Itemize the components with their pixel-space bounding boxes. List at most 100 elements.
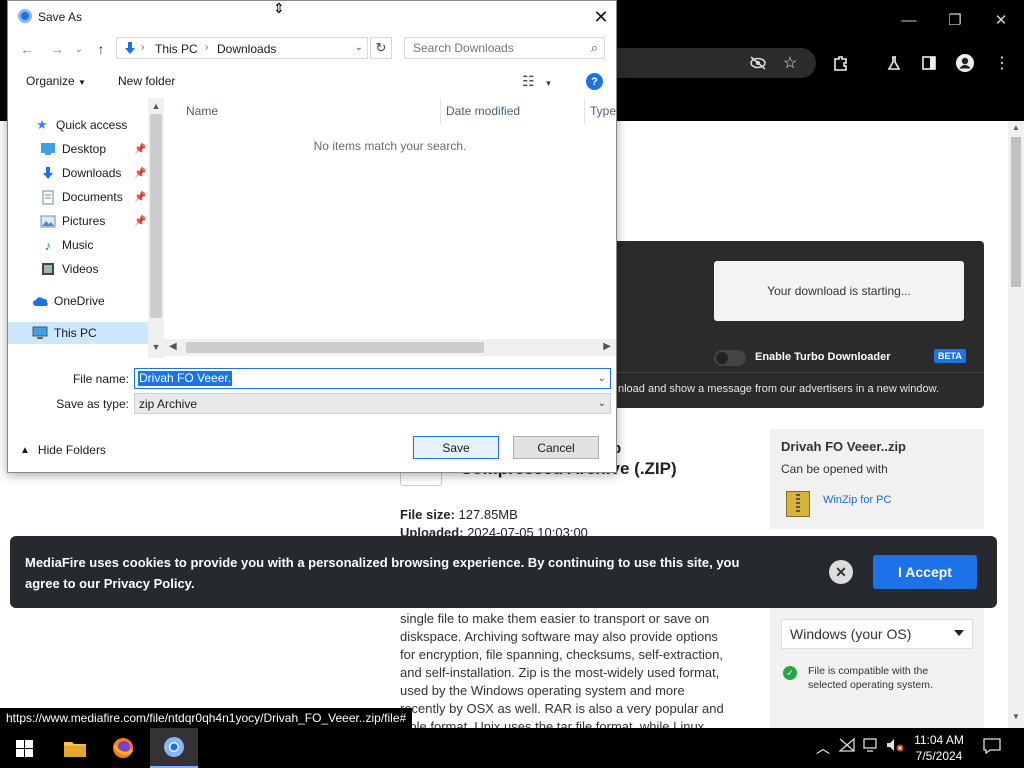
nav-onedrive[interactable]: OneDrive (32, 290, 105, 312)
eye-slash-icon[interactable] (747, 52, 769, 74)
file-size-value: 127.85MB (458, 507, 518, 522)
os-select-value: Windows (your OS) (790, 626, 912, 642)
side-filename: Drivah FO Veeer..zip (781, 439, 906, 454)
save-button[interactable]: Save (413, 436, 499, 459)
organize-label: Organize (26, 74, 75, 88)
empty-results-message: No items match your search. (313, 139, 467, 153)
nav-pane-scrollbar[interactable]: ▲ ▼ (148, 98, 164, 358)
minimize-button[interactable]: — (886, 0, 932, 40)
hide-folders-toggle[interactable]: ▲ Hide Folders (20, 443, 106, 457)
music-icon: ♪ (44, 237, 52, 253)
file-explorer-taskbar-button[interactable] (51, 728, 99, 768)
nav-quick-access[interactable]: ★ Quick access (34, 114, 127, 136)
nav-pictures[interactable]: Pictures (40, 210, 105, 232)
cookie-banner: MediaFire uses cookies to provide you wi… (10, 536, 997, 608)
scroll-right-icon[interactable]: ▶ (603, 341, 611, 352)
cancel-button[interactable]: Cancel (513, 436, 599, 459)
breadcrumb-this-pc[interactable]: This PC (155, 42, 198, 56)
scroll-up-icon[interactable]: ▲ (148, 101, 164, 111)
article-line: diskspace. Archiving software may also p… (400, 629, 718, 644)
winzip-icon (786, 491, 810, 517)
scroll-thumb[interactable] (1011, 137, 1021, 287)
file-name-input[interactable]: Drivah FO Veeer. ⌄ (134, 368, 611, 389)
extensions-icon[interactable] (830, 52, 852, 74)
nav-music[interactable]: ♪ Music (40, 234, 94, 256)
help-icon[interactable]: ? (586, 73, 603, 90)
display-icon[interactable] (863, 738, 879, 755)
search-downloads-input[interactable]: Search Downloads ⌕ (404, 37, 605, 59)
refresh-button[interactable]: ↻ (370, 37, 392, 59)
up-arrow-icon[interactable]: ↑ (90, 39, 112, 59)
resize-cursor-icon: ⇕ (273, 0, 285, 16)
restore-button[interactable]: ❐ (932, 0, 978, 40)
forward-arrow-icon[interactable]: → (46, 39, 68, 59)
labs-flask-icon[interactable] (883, 52, 905, 74)
nav-documents[interactable]: Documents (40, 186, 123, 208)
back-arrow-icon[interactable]: ← (16, 39, 38, 59)
scroll-down-icon[interactable]: ▼ (1008, 712, 1024, 726)
page-scrollbar[interactable]: ▲ ▼ (1008, 121, 1024, 728)
bookmark-star-icon[interactable]: ☆ (779, 52, 801, 74)
new-folder-button[interactable]: New folder (118, 74, 175, 88)
cookie-close-button[interactable]: ✕ (829, 560, 853, 584)
cookie-accept-button[interactable]: I Accept (873, 555, 977, 589)
dialog-titlebar[interactable]: Save As ✕ (8, 1, 616, 33)
scroll-thumb[interactable] (150, 114, 162, 318)
window-close-button[interactable]: ✕ (978, 0, 1024, 40)
address-breadcrumb[interactable]: › This PC › Downloads ⌄ (116, 37, 368, 59)
save-as-dialog: Save As ✕ ← → ⌄ ↑ › This PC › Downloads … (7, 0, 617, 473)
chrome-taskbar-button[interactable] (150, 728, 198, 768)
file-size: File size: 127.85MB (400, 507, 518, 522)
os-select[interactable]: Windows (your OS) (781, 619, 973, 649)
notifications-icon[interactable] (983, 738, 1001, 757)
recent-locations-chevron-icon[interactable]: ⌄ (68, 39, 90, 59)
save-type-value: zip Archive (139, 397, 198, 411)
column-type[interactable]: Type (590, 104, 616, 118)
column-divider[interactable] (440, 98, 441, 124)
chevron-down-icon[interactable]: ⌄ (598, 373, 606, 384)
organize-menu[interactable]: Organize ▼ (26, 74, 86, 88)
nav-label: Desktop (62, 142, 107, 156)
nav-videos[interactable]: Videos (40, 258, 98, 280)
winzip-link[interactable]: WinZip for PC (823, 494, 891, 506)
video-icon (40, 261, 56, 277)
nav-desktop[interactable]: Desktop (40, 138, 106, 160)
firefox-taskbar-button[interactable] (99, 728, 147, 768)
breadcrumb-downloads[interactable]: Downloads (217, 42, 276, 56)
save-type-select[interactable]: zip Archive ⌄ (134, 393, 611, 414)
scroll-up-icon[interactable]: ▲ (1008, 123, 1024, 137)
article-line: and self-installation. Zip is the most-w… (400, 665, 720, 680)
chevron-up-icon: ▲ (20, 444, 30, 456)
nav-this-pc[interactable]: This PC (8, 322, 148, 344)
download-arrow-icon (40, 165, 56, 181)
tray-chevron-icon[interactable]: ︿ (816, 738, 830, 758)
file-list-hscrollbar[interactable]: ◀ ▶ (164, 339, 616, 356)
document-icon (40, 189, 56, 205)
profile-avatar-icon[interactable] (954, 52, 976, 74)
column-divider[interactable] (584, 98, 585, 124)
chevron-down-icon[interactable]: ⌄ (355, 42, 363, 53)
scroll-thumb[interactable] (186, 342, 484, 353)
toggle-knob (716, 352, 728, 364)
turbo-toggle[interactable] (714, 350, 746, 366)
network-icon[interactable] (838, 737, 855, 755)
nav-label: Videos (62, 262, 99, 276)
pin-icon: 📌 (134, 144, 147, 155)
view-options-icon[interactable]: ☷ ▼ (522, 73, 552, 90)
cloud-icon (32, 293, 48, 309)
firefox-icon (113, 738, 134, 758)
column-name[interactable]: Name (186, 104, 218, 118)
nav-downloads[interactable]: Downloads (40, 162, 121, 184)
column-date-modified[interactable]: Date modified (446, 104, 520, 118)
kebab-menu-icon[interactable]: ⋮ (991, 52, 1013, 74)
dialog-close-button[interactable]: ✕ (586, 4, 616, 30)
clock-date: 7/5/2024 (915, 749, 963, 763)
nav-label: Music (62, 238, 94, 252)
scroll-down-icon[interactable]: ▼ (148, 342, 164, 352)
download-status: Your download is starting... (714, 261, 964, 321)
scroll-left-icon[interactable]: ◀ (169, 341, 177, 352)
folder-icon (64, 742, 86, 757)
taskbar-clock[interactable]: 11:04 AM 7/5/2024 (900, 732, 978, 764)
side-panel-icon[interactable] (918, 52, 940, 74)
start-button[interactable] (0, 728, 48, 768)
